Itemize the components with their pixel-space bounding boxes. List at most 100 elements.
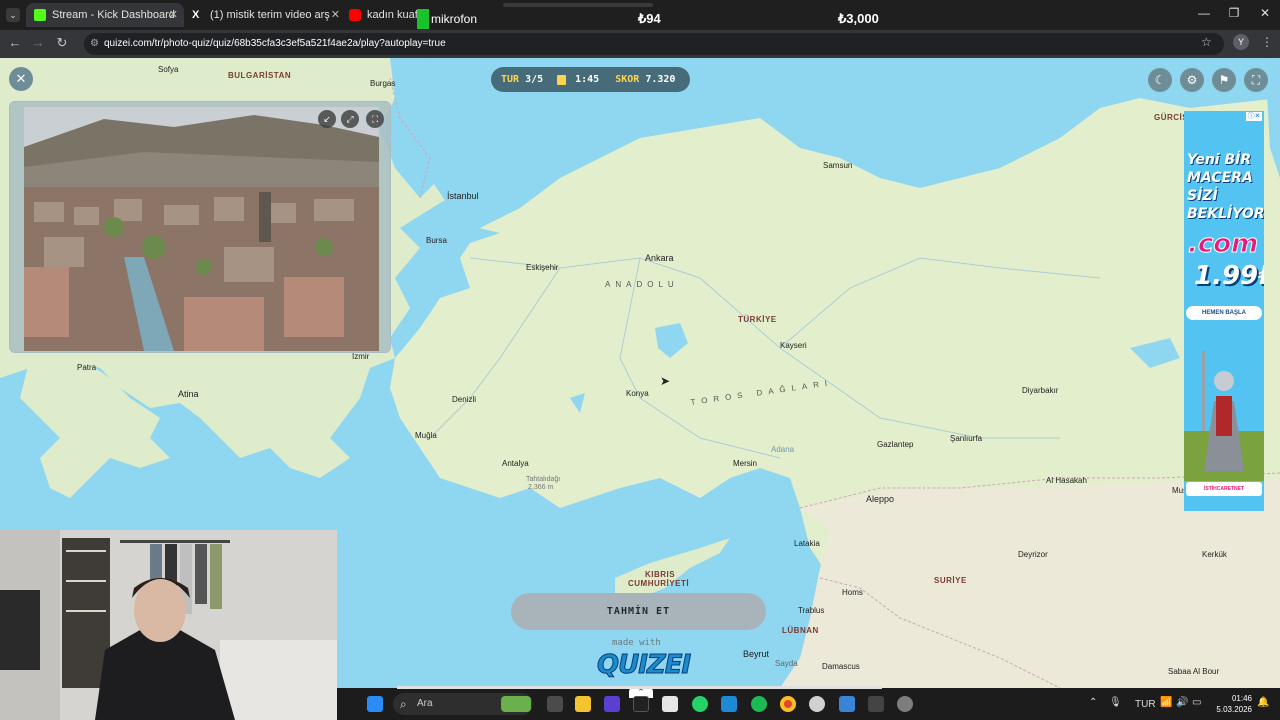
wifi-icon[interactable]: 📶 xyxy=(1160,697,1172,708)
battery-icon[interactable]: ▭ xyxy=(1192,697,1201,708)
ad-info-icon[interactable]: ⓘ✕ xyxy=(1246,112,1262,121)
round-value: 3/5 xyxy=(525,74,544,85)
browser-menu-icon[interactable]: ⋮ xyxy=(1261,35,1273,49)
close-quiz-button[interactable]: ✕ xyxy=(9,67,33,91)
tray-chevron-icon[interactable]: ⌃ xyxy=(1089,697,1097,708)
score-value: 7.320 xyxy=(645,74,676,85)
bookmark-star-icon[interactable]: ☆ xyxy=(1201,35,1212,49)
map-label-damascus: Damascus xyxy=(822,662,860,671)
mic-label: mikrofon xyxy=(431,12,478,26)
shrink-photo-icon[interactable]: ↙ xyxy=(318,110,336,128)
url-text: quizei.com/tr/photo-quiz/quiz/68b35cfa3c… xyxy=(104,38,446,49)
tab-list-chevron-icon[interactable]: ⌄ xyxy=(6,8,20,22)
made-with-text: made with xyxy=(612,638,661,648)
quizei-logo[interactable]: QUIZEI xyxy=(596,650,691,681)
tab-youtube-video[interactable]: kadın kuaförü xyxy=(341,3,417,27)
profile-avatar[interactable]: Y xyxy=(1233,34,1249,50)
app-icon-1[interactable] xyxy=(604,696,620,712)
map-label-syria: SURİYE xyxy=(934,576,967,585)
guess-button[interactable]: TAHMİN ET xyxy=(511,593,766,630)
expand-photo-icon[interactable]: ⤢ xyxy=(341,110,359,128)
forward-arrow-icon[interactable]: → xyxy=(28,35,48,50)
apple-tv-icon[interactable] xyxy=(633,696,649,712)
map-label-aleppo: Aleppo xyxy=(866,494,895,504)
app-icon-3[interactable] xyxy=(868,696,884,712)
town-photo-svg xyxy=(24,107,379,351)
settings-gear-icon[interactable]: ⚙ xyxy=(1180,68,1204,92)
advertisement-banner[interactable]: ⓘ✕ Yeni BİR MACERA SİZİ BEKLİYOR! .com 1… xyxy=(1184,111,1264,511)
search-icon: ⌕ xyxy=(400,697,407,711)
map-label-antalya: Antalya xyxy=(502,459,529,468)
tab-kick-dashboard[interactable]: Stream - Kick Dashboard ✕ xyxy=(26,3,184,27)
map-label-georgia: GÜRCİS xyxy=(1154,113,1189,122)
address-bar[interactable]: ⚙ quizei.com/tr/photo-quiz/quiz/68b35cfa… xyxy=(84,33,1224,55)
map-label-anatolia: ANADOLU xyxy=(605,280,679,289)
map-label-eskisehir: Eskişehir xyxy=(526,263,559,272)
fullscreen-photo-icon[interactable]: ⛶ xyxy=(366,110,384,128)
site-info-icon[interactable]: ⚙ xyxy=(90,33,99,55)
map-label-burgas: Burgas xyxy=(370,79,396,88)
ad-domain: .com xyxy=(1187,229,1259,260)
ad-brand: İSTİHCARETNET xyxy=(1186,482,1262,496)
back-arrow-icon[interactable]: ← xyxy=(5,35,25,50)
map-label-sanliurfa: Şanlıurfa xyxy=(950,434,983,443)
dark-mode-moon-icon[interactable]: ☾ xyxy=(1148,68,1172,92)
close-tab-icon[interactable]: ✕ xyxy=(169,8,178,21)
balance-right: ₺3,000 xyxy=(838,11,879,26)
microphone-overlay: mikrofon xyxy=(417,9,477,29)
x-logo-icon: X xyxy=(192,9,200,21)
map-label-adana: Adana xyxy=(771,445,795,454)
map-label-cyprus-republic: CUMHURİYETİ xyxy=(628,579,690,588)
webcam-overlay xyxy=(0,530,337,720)
map-label-beirut: Beyrut xyxy=(743,649,770,659)
windows-start-icon[interactable] xyxy=(367,696,383,712)
timer-icon xyxy=(557,74,567,85)
reload-icon[interactable]: ↻ xyxy=(52,35,72,51)
map-label-gaziantep: Gazlantep xyxy=(877,440,914,449)
ad-headline-line-3: SİZİ xyxy=(1187,188,1218,204)
search-highlight-icon xyxy=(501,696,531,712)
ad-cta-button[interactable]: HEMEN BAŞLA xyxy=(1186,306,1262,320)
map-label-samsun: Samsun xyxy=(823,161,853,170)
window-close-icon[interactable]: ✕ xyxy=(1250,6,1280,20)
close-tab-icon[interactable]: ✕ xyxy=(331,8,340,21)
restore-icon[interactable]: ❐ xyxy=(1219,6,1249,20)
taskbar-search-input[interactable]: ⌕ Ara xyxy=(393,693,533,715)
tab-label: (1) mistik terim video arşiv on X xyxy=(210,9,330,21)
app-icon-2[interactable] xyxy=(839,696,855,712)
volume-icon[interactable]: 🔊 xyxy=(1176,697,1188,708)
ad-headline-line-2: MACERA xyxy=(1187,170,1253,186)
notion-icon[interactable] xyxy=(662,696,678,712)
chatgpt-icon[interactable] xyxy=(809,696,825,712)
whatsapp-icon[interactable] xyxy=(692,696,708,712)
webcam-feed-svg xyxy=(0,530,337,720)
microphone-icon[interactable]: 🎙 xyxy=(1109,697,1122,708)
map-label-athens: Atina xyxy=(178,389,199,399)
report-flag-icon[interactable]: ⚑ xyxy=(1212,68,1236,92)
clock-date: 5.03.2026 xyxy=(1216,705,1252,714)
map-label-sidon: Sayda xyxy=(775,659,798,668)
task-view-icon[interactable] xyxy=(547,696,563,712)
browser-tab-bar: ⌄ Stream - Kick Dashboard ✕ X (1) mistik… xyxy=(0,0,1280,30)
vscode-icon[interactable] xyxy=(721,696,737,712)
map-label-ankara: Ankara xyxy=(645,253,674,263)
map-label-al-hasakah: Al Hasakah xyxy=(1046,476,1087,485)
minimize-icon[interactable]: — xyxy=(1189,6,1219,20)
file-explorer-icon[interactable] xyxy=(575,696,591,712)
map-label-turkey: TÜRKİYE xyxy=(738,315,777,324)
notification-bell-icon[interactable]: 🔔 xyxy=(1257,697,1269,708)
ad-price: 1.99₺ xyxy=(1194,261,1264,291)
taskbar-clock[interactable]: 01:46 5.03.2026 xyxy=(1208,693,1252,715)
language-indicator[interactable]: TUR xyxy=(1135,699,1156,710)
clock-time: 01:46 xyxy=(1231,694,1252,703)
app-icon-4[interactable] xyxy=(897,696,913,712)
tab-x-post[interactable]: X (1) mistik terim video arşiv on X ✕ xyxy=(184,3,346,27)
chrome-icon[interactable] xyxy=(780,696,796,712)
map-label-mersin: Mersin xyxy=(733,459,758,468)
quiz-photo[interactable] xyxy=(24,107,379,351)
balance-left: ₺94 xyxy=(638,11,661,26)
kick-favicon-icon xyxy=(34,9,46,21)
spotify-icon[interactable] xyxy=(751,696,767,712)
photo-panel: ↙ ⤢ ⛶ xyxy=(9,101,391,353)
fullscreen-icon[interactable]: ⛶ xyxy=(1244,68,1268,92)
